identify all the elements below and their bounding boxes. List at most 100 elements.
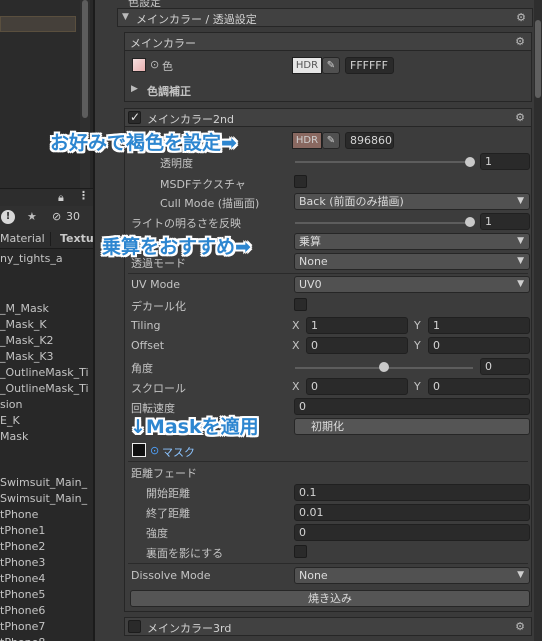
- asset-list-item[interactable]: ny_tights_a: [0, 252, 63, 265]
- col-texture[interactable]: Textu: [60, 232, 93, 245]
- asset-list-item[interactable]: tPhone1: [0, 524, 45, 537]
- asset-list-item[interactable]: tPhone6: [0, 604, 45, 617]
- asset-list-item[interactable]: _OutlineMask_Ti: [0, 366, 89, 379]
- tiling-label: Tiling: [131, 319, 161, 332]
- light-track[interactable]: [295, 222, 473, 224]
- hidden-count-icon[interactable]: ⊘: [52, 210, 61, 223]
- asset-list-item[interactable]: tPhone: [0, 508, 38, 521]
- mask-thumbnail[interactable]: [132, 443, 146, 457]
- hdr-swatch-2[interactable]: HDR: [292, 132, 322, 149]
- light-knob[interactable]: [465, 217, 475, 227]
- asset-list-item[interactable]: Swimsuit_Main_: [0, 476, 87, 489]
- eyedropper-icon[interactable]: ✎: [322, 57, 340, 74]
- gear-icon[interactable]: ⚙: [515, 620, 525, 633]
- main3-header[interactable]: メインカラー3rd ⚙: [124, 617, 532, 636]
- opacity-track[interactable]: [295, 161, 473, 163]
- asset-list-item[interactable]: tPhone3: [0, 556, 45, 569]
- texture-thumbnail[interactable]: [132, 58, 146, 72]
- warning-icon[interactable]: !: [1, 210, 15, 224]
- filter-bar: ! ★ ⊘ 30: [0, 206, 93, 230]
- offset-x-field[interactable]: 0: [306, 337, 408, 354]
- star-icon[interactable]: ★: [27, 210, 37, 223]
- lock-icon[interactable]: 🔒︎: [58, 191, 64, 205]
- asset-list-item[interactable]: tPhone7: [0, 620, 45, 633]
- fade-start-field[interactable]: 0.1: [294, 484, 530, 501]
- asset-list-item[interactable]: tPhone4: [0, 572, 45, 585]
- project-panel: 🔒︎ ⋮ ! ★ ⊘ 30 Material Textu ny_tights_a…: [0, 0, 93, 641]
- angle-knob[interactable]: [379, 362, 389, 372]
- chevron-down-icon: ▼: [517, 236, 524, 246]
- hidden-count: 30: [66, 210, 80, 223]
- decal-checkbox[interactable]: [294, 298, 307, 311]
- section-title: メインカラー / 透過設定: [136, 13, 257, 26]
- opacity-field[interactable]: 1: [480, 153, 530, 170]
- asset-list-item[interactable]: E_K: [0, 414, 20, 427]
- fold-arrow-icon[interactable]: ▶: [131, 84, 138, 94]
- angle-field[interactable]: 0: [480, 358, 530, 375]
- rotation-field[interactable]: 0: [294, 398, 530, 415]
- gear-icon[interactable]: ⚙: [515, 35, 525, 48]
- main3-title: メインカラー3rd: [147, 622, 232, 635]
- asset-list-item[interactable]: _OutlineMask_Ti: [0, 382, 89, 395]
- color-label: 色: [162, 60, 173, 73]
- fade-end-field[interactable]: 0.01: [294, 504, 530, 521]
- selected-row[interactable]: [0, 16, 76, 32]
- msdf-label: MSDFテクスチャ: [160, 178, 246, 191]
- uv-dropdown[interactable]: UV0 ▼: [294, 276, 530, 293]
- asset-list-item[interactable]: tPhone8: [0, 636, 45, 641]
- more-icon[interactable]: ⋮: [78, 189, 89, 202]
- fade-end-label: 終了距離: [146, 507, 190, 520]
- reset-button[interactable]: 初期化: [294, 418, 530, 435]
- main3-toggle[interactable]: [128, 620, 141, 633]
- left-scroll-thumb[interactable]: [82, 0, 88, 118]
- annotation-color-tip: お好みで褐色を設定➡: [50, 132, 237, 154]
- asset-list-item[interactable]: _M_Mask: [0, 302, 49, 315]
- col-material[interactable]: Material: [0, 232, 45, 245]
- asset-list-item[interactable]: tPhone2: [0, 540, 45, 553]
- gear-icon[interactable]: ⚙: [516, 11, 526, 24]
- main2-toggle[interactable]: [128, 110, 141, 124]
- alpha-dropdown[interactable]: None ▼: [294, 253, 530, 270]
- chevron-down-icon: ▼: [517, 570, 524, 580]
- asset-list-item[interactable]: Swimsuit_Main_: [0, 492, 87, 505]
- scroll-y-field[interactable]: 0: [428, 378, 530, 395]
- opacity-knob[interactable]: [465, 157, 475, 167]
- fold-arrow-icon[interactable]: ▼: [122, 12, 129, 22]
- scroll-x-field[interactable]: 0: [306, 378, 408, 395]
- asset-list-item[interactable]: tPhone5: [0, 588, 45, 601]
- picker-dot-icon[interactable]: ⊙: [150, 58, 159, 71]
- asset-list-item[interactable]: Mask: [0, 430, 28, 443]
- asset-list-item[interactable]: _Mask_K2: [0, 334, 54, 347]
- tiling-y-field[interactable]: 1: [428, 317, 530, 334]
- picker-dot-icon[interactable]: ⊙: [150, 444, 159, 457]
- axis-x-label: X: [292, 380, 300, 393]
- backface-label: 裏面を影にする: [146, 547, 224, 560]
- hex-field-2[interactable]: 896860: [345, 132, 394, 149]
- section-header[interactable]: ▼ メインカラー / 透過設定 ⚙: [117, 8, 533, 27]
- bake-button[interactable]: 焼き込み: [130, 590, 530, 607]
- main2-header[interactable]: メインカラー2nd ⚙: [124, 108, 532, 127]
- asset-list-item[interactable]: _Mask_K: [0, 318, 47, 331]
- axis-y-label: Y: [414, 339, 421, 352]
- eyedropper-icon[interactable]: ✎: [322, 132, 340, 149]
- cull-label: Cull Mode (描画面): [160, 197, 260, 210]
- backface-checkbox[interactable]: [294, 545, 307, 558]
- asset-list-item[interactable]: _Mask_K3: [0, 350, 54, 363]
- offset-y-field[interactable]: 0: [428, 337, 530, 354]
- inspector-scroll-thumb[interactable]: [535, 20, 541, 98]
- main-color-header[interactable]: メインカラー ⚙: [124, 32, 532, 51]
- cull-dropdown[interactable]: Back (前面のみ描画) ▼: [294, 193, 530, 210]
- tiling-x-field[interactable]: 1: [306, 317, 408, 334]
- strength-field[interactable]: 0: [294, 524, 530, 541]
- asset-list-item[interactable]: sion: [0, 398, 23, 411]
- annotation-mask-tip: ↓Maskを適用: [130, 416, 259, 438]
- hdr-swatch[interactable]: HDR: [292, 57, 322, 74]
- light-field[interactable]: 1: [480, 213, 530, 230]
- scroll-label: スクロール: [131, 382, 186, 395]
- msdf-checkbox[interactable]: [294, 175, 307, 188]
- blend-dropdown[interactable]: 乗算 ▼: [294, 233, 530, 250]
- gear-icon[interactable]: ⚙: [515, 111, 525, 124]
- dissolve-dropdown[interactable]: None ▼: [294, 567, 530, 584]
- hex-field[interactable]: FFFFFF: [345, 57, 394, 74]
- tone-label[interactable]: 色調補正: [147, 83, 191, 99]
